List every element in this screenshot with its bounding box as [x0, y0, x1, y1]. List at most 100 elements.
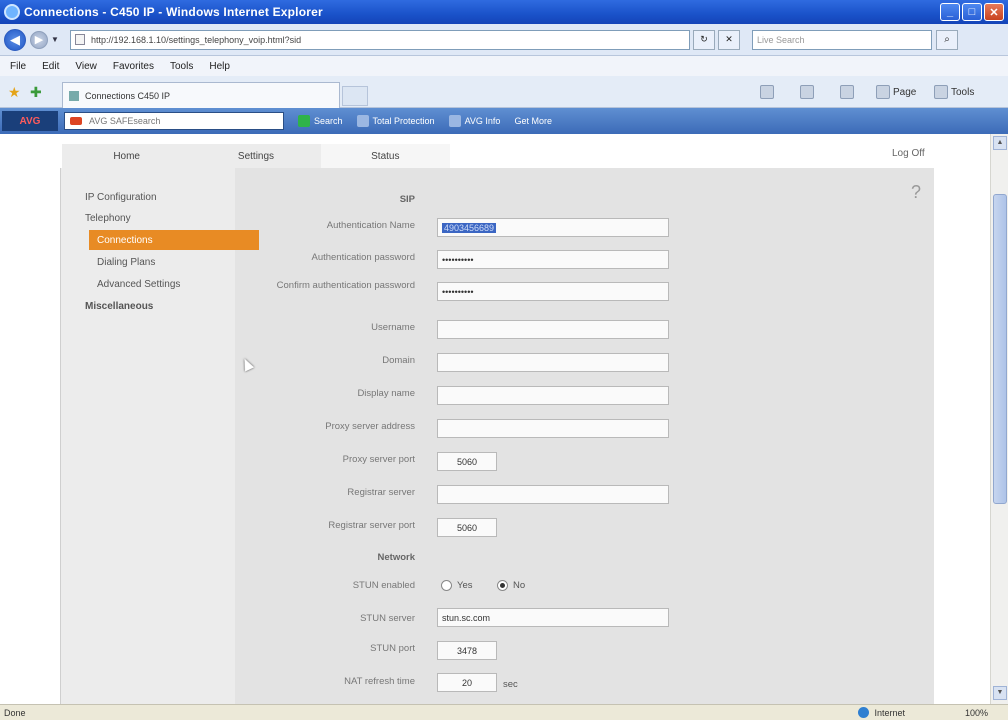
top-nav: Home Settings Status	[62, 144, 450, 168]
favorites-star-icon[interactable]: ★	[8, 84, 21, 101]
proxy-address-label: Proxy server address	[325, 421, 415, 432]
stun-server-input[interactable]: stun.sc.com	[437, 608, 669, 627]
status-bar: Done Internet 100%	[0, 704, 1008, 720]
sidebar-item-telephony[interactable]: Telephony	[85, 213, 131, 224]
stun-no-label: No	[513, 580, 526, 591]
avg-total-protection[interactable]: Total Protection	[356, 115, 435, 127]
stun-enabled-label: STUN enabled	[352, 580, 415, 591]
search-input[interactable]: Live Search	[752, 29, 932, 50]
username-input[interactable]	[437, 320, 669, 339]
feeds-icon	[800, 85, 814, 99]
sidebar-item-miscellaneous[interactable]: Miscellaneous	[85, 301, 153, 312]
proxy-port-input[interactable]: 5060	[437, 452, 497, 471]
avg-search-icon	[298, 115, 310, 127]
nat-refresh-unit: sec	[503, 679, 518, 690]
address-bar[interactable]: http://192.168.1.10/settings_telephony_v…	[70, 29, 690, 50]
refresh-button[interactable]: ↻	[693, 29, 715, 50]
registrar-port-input[interactable]: 5060	[437, 518, 497, 537]
proxy-address-input[interactable]	[437, 419, 669, 438]
confirm-password-input[interactable]: ••••••••••	[437, 282, 669, 301]
menu-tools[interactable]: Tools	[170, 61, 193, 72]
sip-settings-form: ? SIP Authentication Name 4903456689 Aut…	[235, 168, 935, 704]
tab-bar: ★ ✚ Connections C450 IP Page Tools	[0, 76, 1008, 108]
auth-name-input[interactable]: 4903456689	[437, 218, 669, 237]
registrar-port-label: Registrar server port	[328, 520, 415, 531]
nat-refresh-input[interactable]: 20	[437, 673, 497, 692]
tools-menu-icon	[934, 85, 948, 99]
minimize-button[interactable]: _	[940, 3, 960, 21]
menu-favorites[interactable]: Favorites	[113, 61, 154, 72]
tab-label: Connections C450 IP	[85, 90, 171, 101]
domain-label: Domain	[382, 355, 415, 366]
stun-no-radio-dot	[497, 580, 508, 591]
menu-file[interactable]: File	[10, 61, 26, 72]
avg-toolbar: AVG AVG SAFEsearch Search Total Protecti…	[0, 108, 1008, 134]
menu-edit[interactable]: Edit	[42, 61, 59, 72]
sidebar-item-connections[interactable]: Connections	[89, 230, 259, 250]
proxy-port-label: Proxy server port	[342, 454, 415, 465]
scroll-up-icon[interactable]: ▲	[993, 136, 1007, 150]
avg-info[interactable]: AVG Info	[448, 115, 500, 127]
internet-globe-icon	[858, 707, 870, 718]
new-tab-button[interactable]	[342, 86, 368, 106]
auth-password-label: Authentication password	[311, 252, 415, 263]
add-favorite-icon[interactable]: ✚	[30, 84, 42, 101]
back-button[interactable]: ◀	[4, 28, 26, 51]
stun-no-radio[interactable]: No	[497, 580, 525, 591]
scrollbar-thumb[interactable]	[993, 194, 1007, 504]
sidebar-item-dialing-plans[interactable]: Dialing Plans	[97, 257, 155, 268]
stun-port-input[interactable]: 3478	[437, 641, 497, 660]
browser-tab[interactable]: Connections C450 IP	[62, 82, 340, 108]
section-network-heading: Network	[377, 552, 415, 563]
stun-yes-radio[interactable]: Yes	[441, 580, 473, 591]
content-frame: IP Configuration Telephony Connections D…	[60, 168, 934, 704]
help-icon[interactable]: ?	[911, 182, 923, 204]
address-toolbar: ◀ ▶ ▼ http://192.168.1.10/settings_telep…	[0, 24, 1008, 56]
registrar-input[interactable]	[437, 485, 669, 504]
tab-settings[interactable]: Settings	[191, 144, 320, 168]
domain-input[interactable]	[437, 353, 669, 372]
maximize-button[interactable]: □	[962, 3, 982, 21]
menu-view[interactable]: View	[75, 61, 97, 72]
tab-status[interactable]: Status	[320, 144, 450, 168]
confirm-password-label: Confirm authentication password	[276, 280, 415, 291]
window-titlebar: Connections - C450 IP - Windows Internet…	[0, 0, 1008, 24]
zone-label: Internet	[874, 707, 905, 718]
avg-info-icon	[448, 115, 461, 127]
status-text: Done	[4, 707, 26, 718]
auth-name-value: 4903456689	[442, 222, 497, 233]
feeds-command[interactable]	[800, 85, 817, 99]
stop-button[interactable]: ✕	[718, 29, 740, 50]
auth-name-label: Authentication Name	[326, 220, 415, 231]
zoom-level[interactable]: 100%	[965, 708, 988, 718]
registrar-label: Registrar server	[347, 487, 415, 498]
print-command[interactable]	[840, 85, 857, 99]
home-command[interactable]	[760, 85, 777, 99]
page-scrollbar[interactable]: ▲ ▼	[990, 134, 1008, 704]
avg-logo[interactable]: AVG	[2, 111, 58, 131]
tools-menu[interactable]: Tools	[934, 85, 974, 99]
scroll-down-icon[interactable]: ▼	[993, 686, 1007, 700]
display-name-input[interactable]	[437, 386, 669, 405]
menu-help[interactable]: Help	[209, 61, 230, 72]
tab-favicon-icon	[69, 90, 79, 101]
tab-home[interactable]: Home	[62, 144, 191, 168]
forward-button[interactable]: ▶	[30, 30, 48, 49]
sidebar-item-ip-configuration[interactable]: IP Configuration	[85, 192, 157, 203]
page-menu-icon	[876, 85, 890, 99]
web-page: Home Settings Status Log Off IP Configur…	[0, 134, 990, 704]
sidebar-item-advanced-settings[interactable]: Advanced Settings	[97, 279, 180, 290]
avg-search-button[interactable]: Search	[298, 115, 343, 127]
auth-password-input[interactable]: ••••••••••	[437, 250, 669, 269]
menu-bar: File Edit View Favorites Tools Help	[0, 56, 1008, 76]
avg-get-more[interactable]: Get More	[514, 116, 552, 126]
username-label: Username	[371, 322, 415, 333]
stun-yes-radio-dot	[441, 580, 452, 591]
history-dropdown-icon[interactable]: ▼	[50, 35, 60, 44]
avg-search-input[interactable]: AVG SAFEsearch	[64, 112, 284, 130]
sidebar: IP Configuration Telephony Connections D…	[61, 168, 259, 704]
close-button[interactable]: ✕	[984, 3, 1004, 21]
logoff-link[interactable]: Log Off	[892, 148, 925, 159]
page-menu[interactable]: Page	[876, 85, 916, 99]
search-icon[interactable]: ⌕	[936, 29, 958, 50]
